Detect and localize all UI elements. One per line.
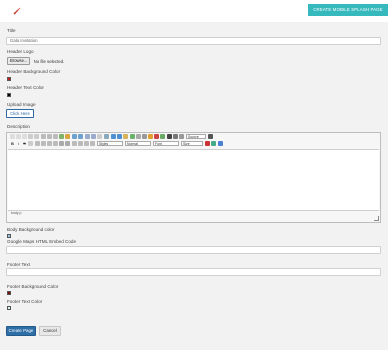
anchor-icon[interactable] [123,134,128,139]
source-button[interactable]: Source [186,134,206,139]
strike-icon[interactable]: S [22,141,27,146]
no-file-selected-text: No file selected. [33,58,65,64]
table-icon[interactable] [136,134,141,139]
editor-content-area[interactable] [8,149,379,211]
iframe-icon[interactable] [160,134,165,139]
cut-icon[interactable] [41,134,46,139]
unlink-icon[interactable] [117,134,122,139]
bold-icon[interactable]: B [10,141,15,146]
rich-text-editor: Source B I S Styles Normal Font Size bod… [6,132,381,223]
remove-format-icon[interactable] [28,141,33,146]
copy-icon[interactable] [47,134,52,139]
show-blocks-icon[interactable] [179,134,184,139]
footer-bg-color-swatch[interactable] [7,291,11,295]
smiley-icon[interactable] [148,134,153,139]
select-all-icon[interactable] [97,134,102,139]
spellcheck-icon[interactable] [104,134,109,139]
save-icon[interactable] [16,134,21,139]
browse-button[interactable]: Browse... [7,57,31,65]
div-icon[interactable] [65,141,70,146]
footer-text-color-label: Footer Text Color [7,299,43,304]
editor-resize-handle[interactable] [374,216,379,221]
paste-word-icon[interactable] [65,134,70,139]
align-left-icon[interactable] [72,141,77,146]
footer-text-input[interactable] [6,268,381,276]
italic-icon[interactable]: I [16,141,21,146]
replace-icon[interactable] [91,134,96,139]
templates-icon[interactable] [34,134,39,139]
footer-bg-color-label: Footer Background Color [7,284,59,289]
top-bar: CREATE MOBILE SPLASH PAGE FORM [0,0,388,24]
text-color-icon[interactable] [205,141,210,146]
styles-select[interactable]: Styles [97,141,123,146]
title-label: Title [7,28,16,33]
source-mode-icon[interactable] [10,134,15,139]
header-logo-file-input[interactable]: Browse... No file selected. [7,57,65,65]
font-select[interactable]: Font [153,141,179,146]
format-select[interactable]: Normal [125,141,151,146]
paste-icon[interactable] [53,134,58,139]
numbered-list-icon[interactable] [35,141,40,146]
size-select[interactable]: Size [181,141,203,146]
about-editor-icon[interactable] [218,141,223,146]
editor-status-path: body p [11,211,22,215]
footer-text-color-swatch[interactable] [7,306,11,310]
header-bg-color-swatch[interactable] [7,77,11,81]
create-page-button[interactable]: Create Page [6,326,36,336]
title-input[interactable]: Gala Invitation [6,37,381,45]
body-bg-color-label: Body Background color [7,227,55,232]
align-center-icon[interactable] [78,141,83,146]
help-icon[interactable] [167,134,172,139]
header-logo-label: Header Logo [7,49,34,54]
bg-color-icon[interactable] [211,141,216,146]
undo-icon[interactable] [72,134,77,139]
blockquote-icon[interactable] [59,141,64,146]
find-icon[interactable] [85,134,90,139]
outdent-icon[interactable] [47,141,52,146]
header-bg-color-label: Header Background Color [7,69,61,74]
header-text-color-label: Header Text Color [7,85,44,90]
upload-image-button[interactable]: Click Here [6,109,34,118]
new-page-icon[interactable] [22,134,27,139]
brush-icon[interactable] [13,7,21,15]
page-content: Title Gala Invitation Header Logo Browse… [0,22,388,350]
description-label: Description [7,124,30,129]
about-icon[interactable] [208,134,213,139]
header-text-color-swatch[interactable] [7,93,11,97]
align-justify-icon[interactable] [90,141,95,146]
horizontal-line-icon[interactable] [142,134,147,139]
maximize-icon[interactable] [173,134,178,139]
align-right-icon[interactable] [84,141,89,146]
indent-icon[interactable] [53,141,58,146]
google-maps-label: Google Maps HTML Embed Code [7,239,77,244]
body-bg-color-swatch[interactable] [7,234,11,238]
cancel-button[interactable]: Cancel [39,326,61,336]
image-icon[interactable] [130,134,135,139]
upload-image-label: Upload Image [7,102,36,107]
footer-text-label: Footer Text [7,262,30,267]
google-maps-embed-input[interactable] [6,246,381,254]
special-char-icon[interactable] [154,134,159,139]
paste-text-icon[interactable] [59,134,64,139]
bulleted-list-icon[interactable] [41,141,46,146]
link-icon[interactable] [111,134,116,139]
redo-icon[interactable] [78,134,83,139]
create-mobile-splash-button[interactable]: CREATE MOBILE SPLASH PAGE FORM [308,4,388,24]
preview-icon[interactable] [28,134,33,139]
